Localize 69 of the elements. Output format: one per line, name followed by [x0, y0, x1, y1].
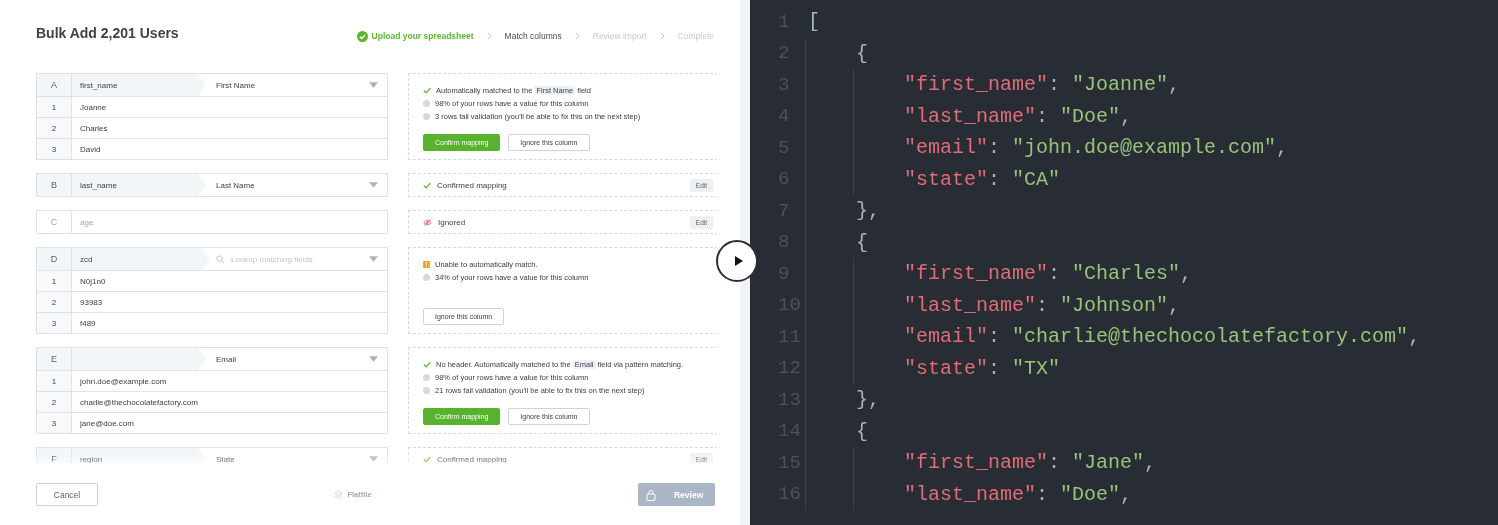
field-select[interactable]: First Name [206, 74, 387, 96]
dot-icon [423, 374, 430, 381]
row-number: 2 [37, 392, 72, 412]
check-circle-icon [356, 30, 368, 42]
check-icon [423, 181, 431, 189]
table-cell-text: jane@doe.com [79, 417, 135, 430]
cancel-button[interactable]: Cancel [36, 483, 98, 506]
code-line: "state": "CA" [808, 163, 1498, 195]
check-icon [423, 455, 431, 463]
page-title: Bulk Add 2,201 Users [36, 25, 179, 41]
code-line: }, [808, 195, 1498, 227]
code-line: "first_name": "Charles", [808, 258, 1498, 290]
status-label: Confirmed mapping [437, 180, 507, 190]
table-cell-text: 93983 [79, 296, 104, 309]
code-line: "state": "TX" [808, 352, 1498, 384]
column-letter: E [37, 348, 72, 370]
code-line: "last_name": "Doe", [808, 478, 1498, 510]
column-header: zcd [72, 248, 210, 270]
dot-icon [423, 100, 430, 107]
table-cell-text: john.doe@example.com [79, 375, 168, 388]
warning-icon [423, 261, 430, 268]
caret-icon [369, 82, 378, 88]
row-number: 3 [37, 139, 72, 159]
lock-icon [646, 488, 656, 501]
column-header: first_name [72, 74, 206, 96]
row-number: 2 [37, 292, 72, 312]
table-cell-text: charlie@thechocolatefactory.com [79, 396, 199, 409]
eye-slash-icon [423, 218, 432, 226]
caret-icon [369, 256, 378, 262]
chevron-icon [574, 32, 580, 40]
row-number: 2 [37, 118, 72, 138]
column-letter: A [37, 74, 72, 96]
code-line: "first_name": "Jane", [808, 447, 1498, 479]
code-line: { [808, 37, 1498, 69]
check-icon [423, 361, 431, 368]
column-letter: D [37, 248, 72, 270]
code-line: "email": "john.doe@example.com", [808, 132, 1498, 164]
code-line: [ [808, 9, 821, 35]
code-line: "last_name": "Doe", [808, 100, 1498, 132]
code-line: }, [808, 384, 1498, 416]
code-line: { [808, 226, 1498, 258]
dot-icon [423, 113, 430, 120]
code-line: "first_name": "Joanne", [808, 69, 1498, 101]
row-number: 1 [37, 271, 72, 291]
table-cell-text: N0j1n0 [79, 275, 107, 288]
row-number: 3 [37, 313, 72, 333]
code-line: { [808, 415, 1498, 447]
code-line: "last_name": "Johnson", [808, 289, 1498, 321]
table-cell-text: Charles [79, 122, 109, 135]
check-icon [423, 87, 431, 94]
table-cell-text: f489 [79, 317, 97, 330]
table-cell-text: Joanne [79, 101, 108, 114]
chevron-icon [659, 32, 665, 40]
row-number: 1 [37, 97, 72, 117]
play-icon [734, 256, 743, 266]
row-number: 1 [37, 371, 72, 391]
chevron-icon [486, 32, 492, 40]
code-line: "email": "charlie@thechocolatefactory.com", [808, 321, 1498, 353]
layers-icon [334, 490, 344, 499]
caret-icon [369, 356, 378, 362]
dot-icon [423, 274, 430, 281]
status-label: Ignored [438, 217, 466, 227]
row-number: 3 [37, 413, 72, 433]
step[interactable]: Match columns [504, 31, 562, 41]
status-label: Confirmed mapping [437, 454, 507, 463]
dot-icon [423, 387, 430, 394]
search-icon [216, 254, 225, 264]
field-select[interactable]: Email [206, 348, 387, 370]
table-cell-text: David [79, 143, 102, 156]
